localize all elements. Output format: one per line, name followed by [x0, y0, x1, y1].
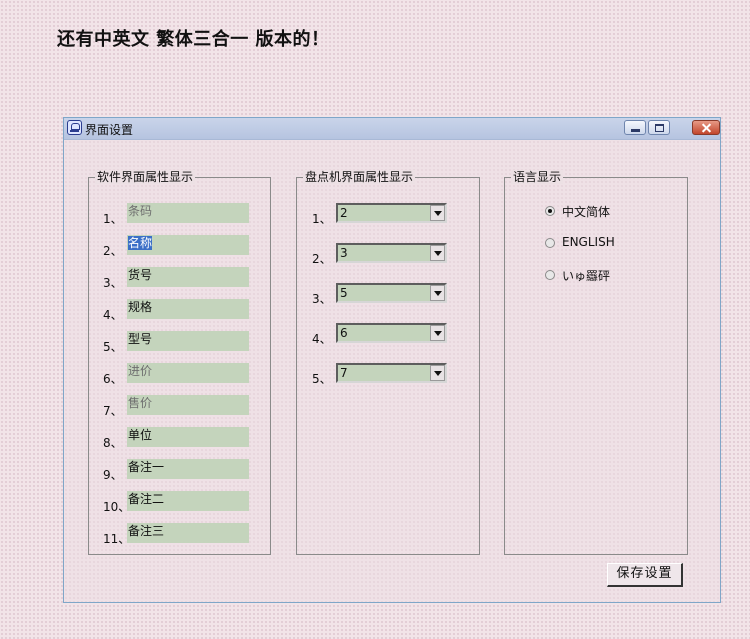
- field-number: 3、: [103, 276, 123, 290]
- field-input-spec[interactable]: 规格: [127, 299, 249, 319]
- select-value: 5: [340, 286, 348, 300]
- page-heading: 还有中英文 繁体三合一 版本的！: [57, 29, 330, 50]
- radio-english[interactable]: [545, 238, 555, 248]
- chevron-down-icon[interactable]: [430, 325, 445, 341]
- field-number: 7、: [103, 404, 123, 418]
- field-number: 5、: [103, 340, 123, 354]
- select-value: 7: [340, 366, 348, 380]
- select-value: 2: [340, 206, 348, 220]
- field-input-note3[interactable]: 备注三: [127, 523, 249, 543]
- combo-number: 3、: [312, 292, 332, 306]
- save-settings-button[interactable]: 保存设置: [607, 563, 683, 587]
- field-input-model[interactable]: 型号: [127, 331, 249, 351]
- field-input-cost[interactable]: 进价: [127, 363, 249, 383]
- close-icon[interactable]: [692, 120, 720, 135]
- combo-number: 2、: [312, 252, 332, 266]
- combo-number: 1、: [312, 212, 332, 226]
- field-number: 8、: [103, 436, 123, 450]
- app-icon: [67, 120, 82, 135]
- radio-label: いゅ羉砰: [562, 269, 611, 283]
- device-select-5[interactable]: 7: [336, 363, 447, 383]
- minimize-icon[interactable]: [624, 120, 646, 135]
- field-number: 9、: [103, 468, 123, 482]
- language-group-title: 语言显示: [511, 170, 564, 184]
- combo-number: 4、: [312, 332, 332, 346]
- field-number: 1、: [103, 212, 123, 226]
- field-number: 4、: [103, 308, 123, 322]
- window-title: 界面设置: [85, 123, 134, 137]
- selected-text: 名称: [128, 236, 153, 250]
- chevron-down-icon[interactable]: [430, 245, 445, 261]
- radio-traditional[interactable]: [545, 270, 555, 280]
- radio-chinese-simplified[interactable]: [545, 206, 555, 216]
- software-group-title: 软件界面属性显示: [95, 170, 196, 184]
- device-select-2[interactable]: 3: [336, 243, 447, 263]
- window-titlebar[interactable]: 界面设置: [64, 118, 720, 140]
- radio-label: 中文简体: [562, 205, 611, 219]
- field-input-price[interactable]: 售价: [127, 395, 249, 415]
- select-value: 6: [340, 326, 348, 340]
- field-input-name[interactable]: 名称: [127, 235, 249, 255]
- device-select-3[interactable]: 5: [336, 283, 447, 303]
- radio-label: ENGLISH: [562, 235, 615, 249]
- language-group: 语言显示: [504, 170, 688, 555]
- field-input-note2[interactable]: 备注二: [127, 491, 249, 511]
- field-number: 2、: [103, 244, 123, 258]
- combo-number: 5、: [312, 372, 332, 386]
- device-select-4[interactable]: 6: [336, 323, 447, 343]
- field-input-item-no[interactable]: 货号: [127, 267, 249, 287]
- field-input-barcode[interactable]: 条码: [127, 203, 249, 223]
- device-group-title: 盘点机界面属性显示: [303, 170, 416, 184]
- field-input-unit[interactable]: 单位: [127, 427, 249, 447]
- chevron-down-icon[interactable]: [430, 205, 445, 221]
- chevron-down-icon[interactable]: [430, 365, 445, 381]
- field-number: 6、: [103, 372, 123, 386]
- select-value: 3: [340, 246, 348, 260]
- maximize-icon[interactable]: [648, 120, 670, 135]
- chevron-down-icon[interactable]: [430, 285, 445, 301]
- device-select-1[interactable]: 2: [336, 203, 447, 223]
- field-input-note1[interactable]: 备注一: [127, 459, 249, 479]
